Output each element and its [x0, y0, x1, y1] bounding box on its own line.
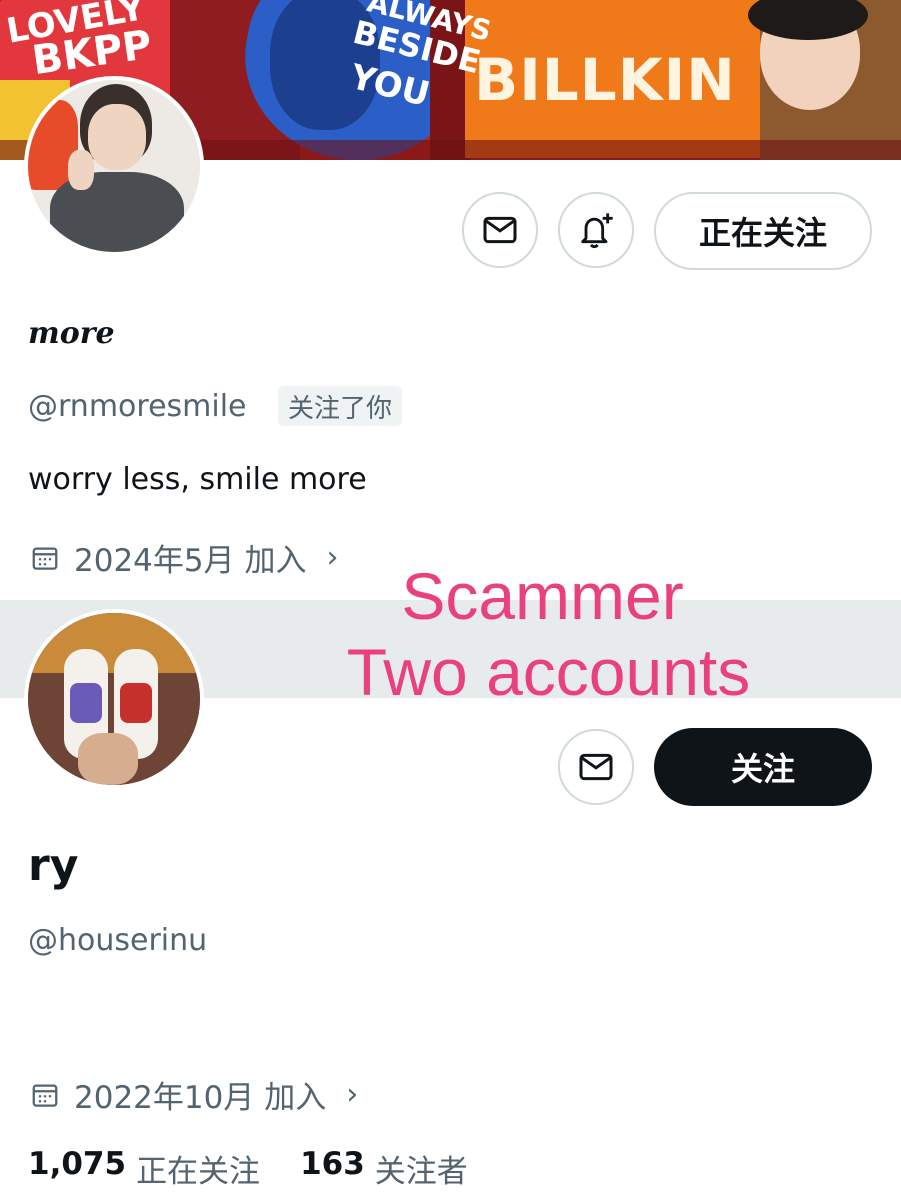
following-button[interactable]: 正在关注 — [654, 192, 872, 270]
username-handle: @houserinu — [28, 923, 208, 958]
follow-button[interactable]: 关注 — [654, 728, 872, 806]
calendar-icon — [32, 1084, 58, 1107]
message-button[interactable] — [462, 192, 538, 268]
profile-bio: worry less, smile more — [28, 462, 367, 497]
following-count: 1,075 — [28, 1146, 127, 1182]
follow-stats: 1,075 正在关注 163 关注者 — [28, 1146, 508, 1191]
following-count-link[interactable]: 1,075 正在关注 — [28, 1146, 260, 1191]
message-button[interactable] — [558, 729, 634, 805]
username-handle: @rnmoresmile — [28, 389, 247, 424]
avatar-hand — [68, 150, 94, 190]
envelope-icon — [579, 753, 613, 781]
follows-you-badge: 关注了你 — [278, 386, 403, 426]
avatar-face — [88, 104, 146, 170]
followers-label: 关注者 — [374, 1154, 468, 1190]
followers-count-link[interactable]: 163 关注者 — [300, 1146, 468, 1191]
two-accounts-warning-text: Two accounts — [346, 635, 751, 709]
display-name: more — [28, 316, 115, 351]
display-name: ry — [28, 840, 79, 891]
chevron-right-icon: › — [346, 1077, 359, 1112]
followers-count: 163 — [300, 1146, 365, 1182]
following-label: 正在关注 — [136, 1154, 261, 1190]
notifications-button[interactable] — [558, 192, 634, 268]
joined-date[interactable]: 2022年10月 加入 › — [30, 1072, 358, 1117]
avatar[interactable] — [24, 76, 204, 256]
calendar-icon — [32, 547, 58, 570]
envelope-icon — [483, 216, 517, 244]
bell-plus-icon — [581, 213, 613, 249]
banner-sign-text: BILLKIN — [474, 46, 736, 114]
joined-date-text: 2022年10月 加入 — [74, 1080, 327, 1116]
avatar-hand — [78, 733, 138, 785]
scammer-warning-text: Scammer — [401, 559, 684, 633]
